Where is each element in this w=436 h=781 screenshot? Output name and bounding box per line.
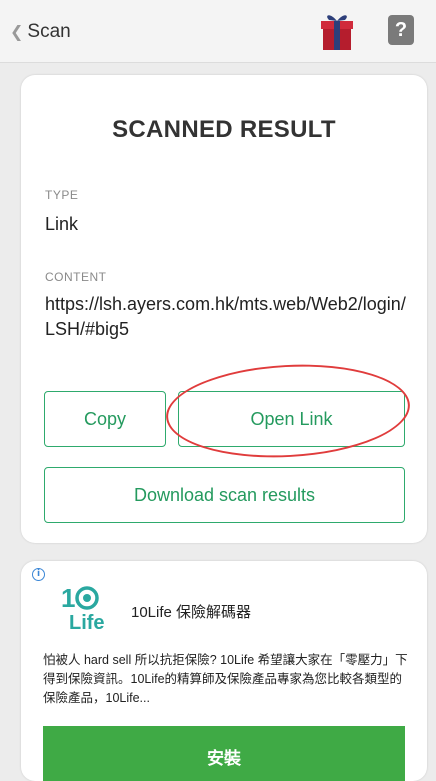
- back-label: Scan: [27, 21, 71, 42]
- ad-title: 10Life 保險解碼器: [131, 604, 252, 621]
- download-label: Download scan results: [133, 484, 316, 505]
- help-icon: ?: [394, 19, 408, 41]
- copy-button[interactable]: Copy: [44, 391, 166, 447]
- back-button[interactable]: ❮ Scan: [10, 18, 71, 46]
- download-results-button[interactable]: Download scan results: [44, 467, 405, 523]
- open-link-button[interactable]: Open Link: [178, 391, 405, 447]
- top-bar: ❮ Scan ?: [0, 0, 436, 63]
- ad-card[interactable]: i 1 Life 10Life 保險解碼器 怕被人 hard sell 所以抗拒…: [21, 561, 427, 781]
- type-value: Link: [45, 214, 79, 234]
- install-label: 安裝: [207, 748, 241, 768]
- type-label: TYPE: [45, 188, 79, 202]
- svg-text:Life: Life: [69, 612, 105, 633]
- content-url[interactable]: https://lsh.ayers.com.hk/mts.web/Web2/lo…: [45, 292, 415, 342]
- svg-text:1: 1: [61, 583, 75, 613]
- content-label: CONTENT: [45, 270, 107, 284]
- gift-icon[interactable]: [320, 10, 354, 52]
- copy-label: Copy: [83, 408, 127, 429]
- open-link-label: Open Link: [250, 408, 333, 429]
- chevron-left-icon: ❮: [10, 24, 24, 41]
- 10life-logo: 1 Life: [61, 583, 105, 633]
- help-button[interactable]: ?: [388, 15, 414, 45]
- ad-description: 怕被人 hard sell 所以抗拒保險? 10Life 希望讓大家在「零壓力」…: [43, 653, 408, 705]
- ad-info-icon[interactable]: i: [32, 568, 45, 581]
- scan-result-card: SCANNED RESULT TYPE Link CONTENT https:/…: [21, 75, 427, 543]
- install-button[interactable]: 安裝: [43, 726, 405, 781]
- result-title: SCANNED RESULT: [112, 116, 336, 143]
